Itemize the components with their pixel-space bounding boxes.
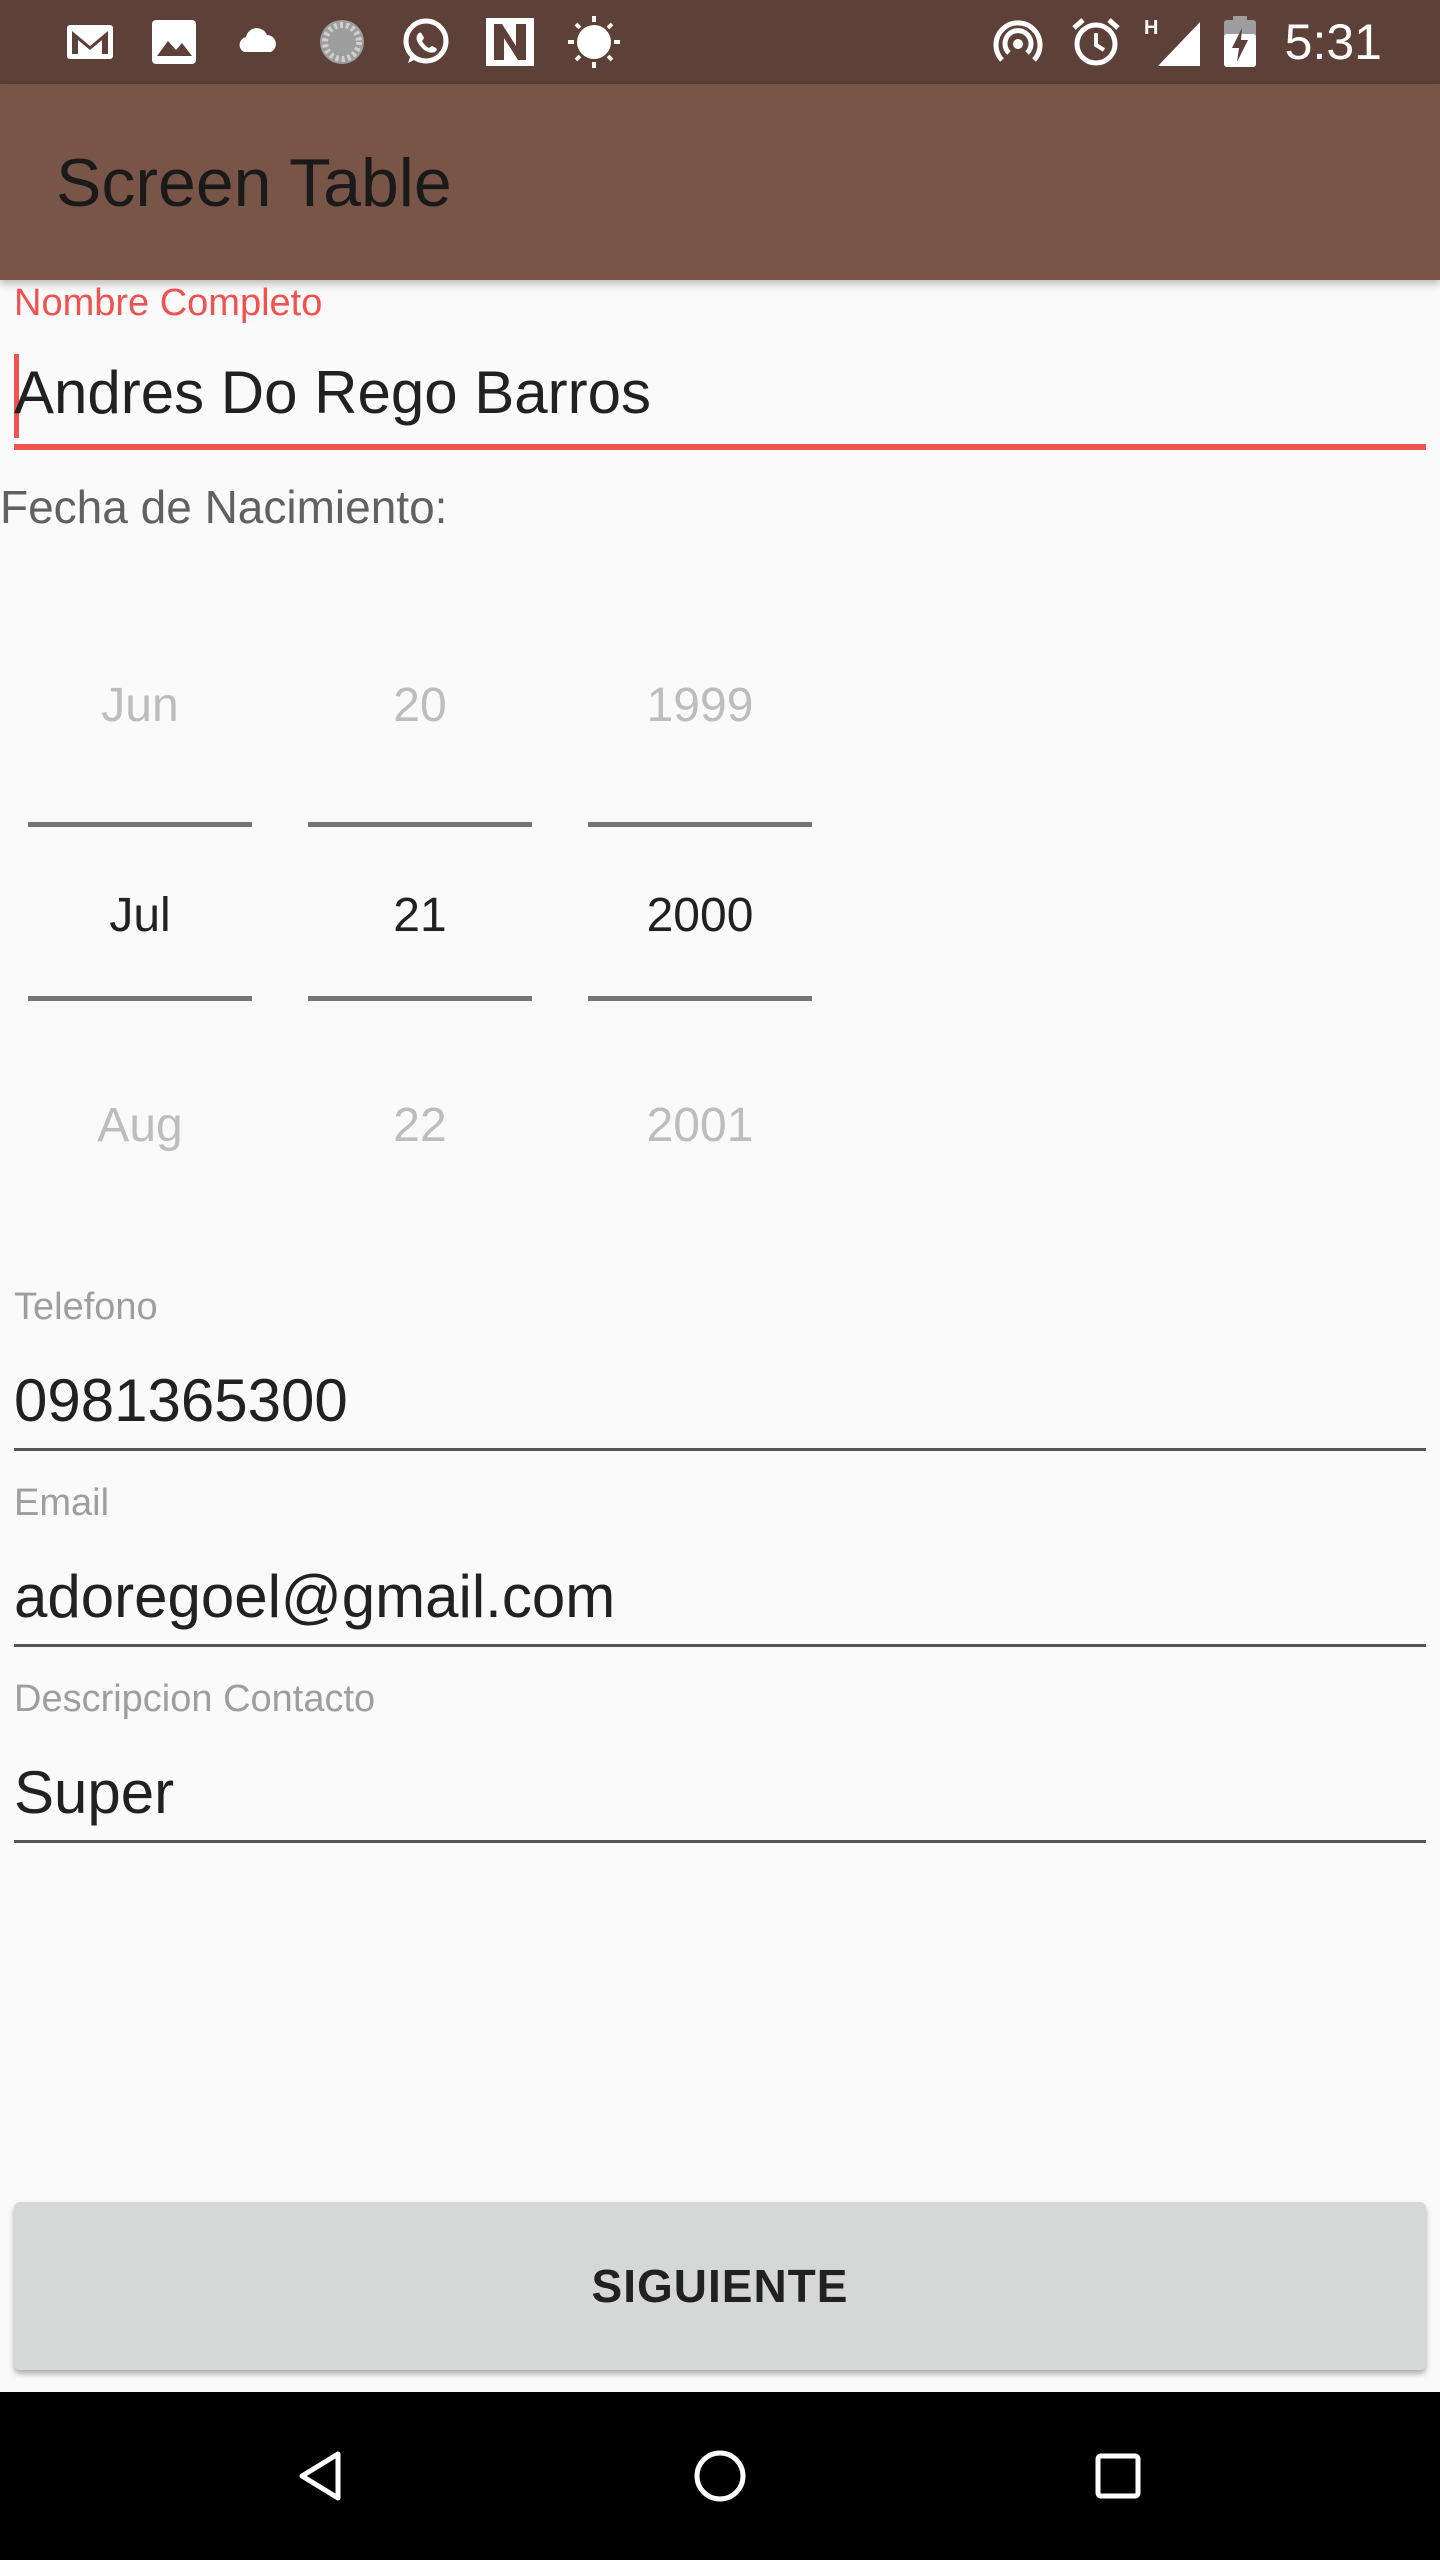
day-picker-divider-top xyxy=(308,822,532,827)
app-bar: Screen Table xyxy=(0,84,1440,280)
alarm-icon xyxy=(1070,16,1122,68)
whatsapp-icon xyxy=(400,16,452,68)
year-picker-divider-top xyxy=(588,822,812,827)
network-type: H xyxy=(1144,17,1158,39)
navigation-bar xyxy=(0,2392,1440,2560)
hotspot-icon xyxy=(992,16,1044,68)
month-prev-option[interactable]: Jun xyxy=(28,678,252,733)
month-next-option[interactable]: Aug xyxy=(28,1098,252,1153)
year-picker-divider-bottom xyxy=(588,996,812,1001)
month-picker-divider-bottom xyxy=(28,996,252,1001)
day-next-option[interactable]: 22 xyxy=(308,1098,532,1153)
day-selected-option[interactable]: 21 xyxy=(308,888,532,943)
description-field-label: Descripcion Contacto xyxy=(14,1678,376,1720)
gmail-icon xyxy=(64,16,116,68)
year-next-option[interactable]: 2001 xyxy=(588,1098,812,1153)
description-field-underline xyxy=(14,1840,1426,1843)
recents-icon[interactable] xyxy=(1078,2436,1158,2516)
email-field[interactable]: adoregoel@gmail.com xyxy=(14,1562,615,1631)
phone-field-label: Telefono xyxy=(14,1286,158,1328)
phone-field[interactable]: 0981365300 xyxy=(14,1366,348,1435)
day-prev-option[interactable]: 20 xyxy=(308,678,532,733)
n-app-icon xyxy=(484,16,536,68)
page-title: Screen Table xyxy=(56,145,452,221)
birthdate-label: Fecha de Nacimiento: xyxy=(0,481,448,533)
day-picker[interactable]: 20 21 22 xyxy=(308,560,532,1360)
home-icon[interactable] xyxy=(680,2436,760,2516)
year-selected-option[interactable]: 2000 xyxy=(588,888,812,943)
email-field-label: Email xyxy=(14,1482,110,1524)
name-field-label: Nombre Completo xyxy=(14,282,323,324)
year-picker[interactable]: 1999 2000 2001 xyxy=(588,560,812,1360)
day-picker-divider-bottom xyxy=(308,996,532,1001)
brightness-icon xyxy=(568,16,620,68)
status-bar: H 5:31 xyxy=(0,0,1440,84)
status-clock: 5:31 xyxy=(1284,14,1382,70)
email-field-underline xyxy=(14,1644,1426,1647)
phone-field-underline xyxy=(14,1448,1426,1451)
cloud-icon xyxy=(232,16,284,68)
month-picker[interactable]: Jun Jul Aug xyxy=(28,560,252,1360)
name-field-underline xyxy=(14,444,1426,450)
month-selected-option[interactable]: Jul xyxy=(28,888,252,943)
next-button[interactable]: SIGUIENTE xyxy=(14,2202,1426,2370)
year-prev-option[interactable]: 1999 xyxy=(588,678,812,733)
sync-icon xyxy=(316,16,368,68)
photo-icon xyxy=(148,16,200,68)
month-picker-divider-top xyxy=(28,822,252,827)
battery-charging-icon xyxy=(1220,16,1260,68)
description-field[interactable]: Super xyxy=(14,1758,174,1827)
name-field[interactable]: Andres Do Rego Barros xyxy=(14,358,651,427)
signal-icon: H xyxy=(1144,16,1204,68)
back-icon[interactable] xyxy=(282,2436,362,2516)
